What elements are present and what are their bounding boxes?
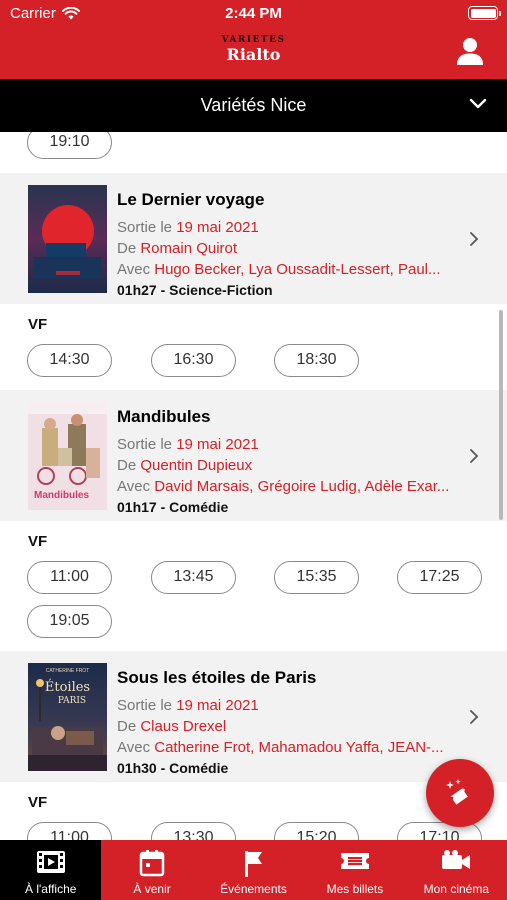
- calendar-icon: [139, 850, 165, 877]
- poster-title-text: Étoiles: [45, 679, 90, 695]
- showtime-button[interactable]: 17:25: [397, 561, 482, 594]
- showtime-button[interactable]: 11:00: [27, 822, 112, 840]
- director-name: Romain Quirot: [140, 240, 238, 257]
- cast-names: Hugo Becker, Lya Oussadit-Lessert, Paul.…: [154, 261, 441, 278]
- chevron-right-icon[interactable]: [469, 231, 479, 247]
- director-name: Claus Drexel: [140, 718, 227, 735]
- showtime-button[interactable]: 15:20: [274, 822, 359, 840]
- showtime-button[interactable]: 11:00: [27, 561, 112, 594]
- showtime-button[interactable]: 18:30: [274, 344, 359, 377]
- tab-label: Événements: [220, 882, 287, 896]
- movie-director: De Claus Drexel: [117, 718, 226, 735]
- poster-top-text: CATHERINE FROT: [46, 668, 90, 674]
- cast-prefix: Avec: [117, 261, 155, 278]
- movie-cast: Avec David Marsais, Grégoire Ludig, Adèl…: [117, 478, 449, 495]
- movie-release: Sortie le 19 mai 2021: [117, 436, 259, 453]
- tab-label: Mon cinéma: [423, 882, 490, 896]
- movie-list[interactable]: 19:10 Le Dernier voyage Sortie le 19 mai…: [0, 132, 507, 840]
- status-bar: Carrier 2:44 PM: [0, 0, 507, 28]
- tab-label: À l'affiche: [24, 882, 77, 896]
- movie-row[interactable]: Le Dernier voyage Sortie le 19 mai 2021 …: [0, 173, 507, 304]
- showtime-button[interactable]: 13:30: [151, 822, 236, 840]
- version-label: VF: [28, 533, 48, 550]
- film-icon: [36, 851, 65, 873]
- release-prefix: Sortie le: [117, 697, 177, 714]
- movie-poster: Mandibules: [28, 402, 107, 510]
- tab-label: Mes billets: [326, 882, 384, 896]
- director-name: Quentin Dupieux: [140, 457, 253, 474]
- movie-row[interactable]: CATHERINE FROT Étoiles PARIS Sous les ét…: [0, 651, 507, 782]
- release-date: 19 mai 2021: [176, 219, 259, 236]
- user-icon[interactable]: [455, 36, 485, 66]
- showtime-button[interactable]: 19:05: [27, 605, 112, 638]
- movie-poster: [28, 185, 107, 293]
- movie-release: Sortie le 19 mai 2021: [117, 219, 259, 236]
- tab-bar: À l'affiche À venir Événements Mes bille…: [0, 840, 507, 900]
- tab-mon-cinema[interactable]: Mon cinéma: [406, 840, 507, 900]
- movie-title[interactable]: Le Dernier voyage: [117, 190, 264, 210]
- cast-prefix: Avec: [117, 739, 155, 756]
- showtime-button[interactable]: 19:10: [27, 132, 112, 159]
- movie-title[interactable]: Sous les étoiles de Paris: [117, 668, 316, 688]
- chevron-down-icon[interactable]: [469, 97, 487, 111]
- release-prefix: Sortie le: [117, 219, 177, 236]
- poster-subtitle-text: PARIS: [58, 696, 86, 706]
- quick-ticket-button[interactable]: [426, 759, 494, 827]
- showtime-button[interactable]: 15:35: [274, 561, 359, 594]
- tab-evenements[interactable]: Événements: [203, 840, 304, 900]
- movie-director: De Quentin Dupieux: [117, 457, 252, 474]
- movie-cast: Avec Hugo Becker, Lya Oussadit-Lessert, …: [117, 261, 441, 278]
- logo-bottom-text: Rialto: [226, 45, 281, 64]
- cast-names: David Marsais, Grégoire Ludig, Adèle Exa…: [154, 478, 450, 495]
- flag-icon: [244, 851, 262, 877]
- movie-title[interactable]: Mandibules: [117, 407, 211, 427]
- app-header: Carrier 2:44 PM VARIETES Rialto: [0, 0, 507, 79]
- director-prefix: De: [117, 718, 141, 735]
- tab-a-venir[interactable]: À venir: [101, 840, 202, 900]
- movie-row[interactable]: Mandibules Mandibules Sortie le 19 mai 2…: [0, 390, 507, 521]
- version-label: VF: [28, 316, 48, 333]
- showtime-button[interactable]: 16:30: [151, 344, 236, 377]
- movie-meta: 01h30 - Comédie: [117, 760, 229, 776]
- cast-prefix: Avec: [117, 478, 155, 495]
- tab-a-l-affiche[interactable]: À l'affiche: [0, 840, 102, 900]
- director-prefix: De: [117, 240, 141, 257]
- scroll-indicator[interactable]: [499, 310, 503, 520]
- movie-cast: Avec Catherine Frot, Mahamadou Yaffa, JE…: [117, 739, 444, 756]
- tab-mes-billets[interactable]: Mes billets: [304, 840, 405, 900]
- chevron-right-icon[interactable]: [469, 448, 479, 464]
- release-prefix: Sortie le: [117, 436, 177, 453]
- ticket-magic-icon: [446, 779, 468, 805]
- movie-meta: 01h27 - Science-Fiction: [117, 282, 273, 298]
- ticket-icon: [340, 853, 369, 869]
- cast-names: Catherine Frot, Mahamadou Yaffa, JEAN-..…: [154, 739, 444, 756]
- showtime-button[interactable]: 13:45: [151, 561, 236, 594]
- tab-label: À venir: [133, 882, 171, 896]
- battery-icon: [468, 6, 501, 20]
- director-prefix: De: [117, 457, 141, 474]
- release-date: 19 mai 2021: [176, 697, 259, 714]
- camera-icon: [442, 850, 471, 869]
- chevron-right-icon[interactable]: [469, 709, 479, 725]
- movie-poster: CATHERINE FROT Étoiles PARIS: [28, 663, 107, 771]
- status-time: 2:44 PM: [225, 5, 282, 22]
- cinema-selector-label: Variétés Nice: [200, 95, 307, 115]
- poster-title-text: Mandibules: [34, 490, 89, 501]
- movie-meta: 01h17 - Comédie: [117, 499, 229, 515]
- cinema-selector[interactable]: Variétés Nice: [0, 79, 507, 132]
- release-date: 19 mai 2021: [176, 436, 259, 453]
- movie-director: De Romain Quirot: [117, 240, 237, 257]
- showtime-button[interactable]: 14:30: [27, 344, 112, 377]
- movie-release: Sortie le 19 mai 2021: [117, 697, 259, 714]
- cinema-logo: VARIETES Rialto: [0, 34, 507, 64]
- version-label: VF: [28, 794, 48, 811]
